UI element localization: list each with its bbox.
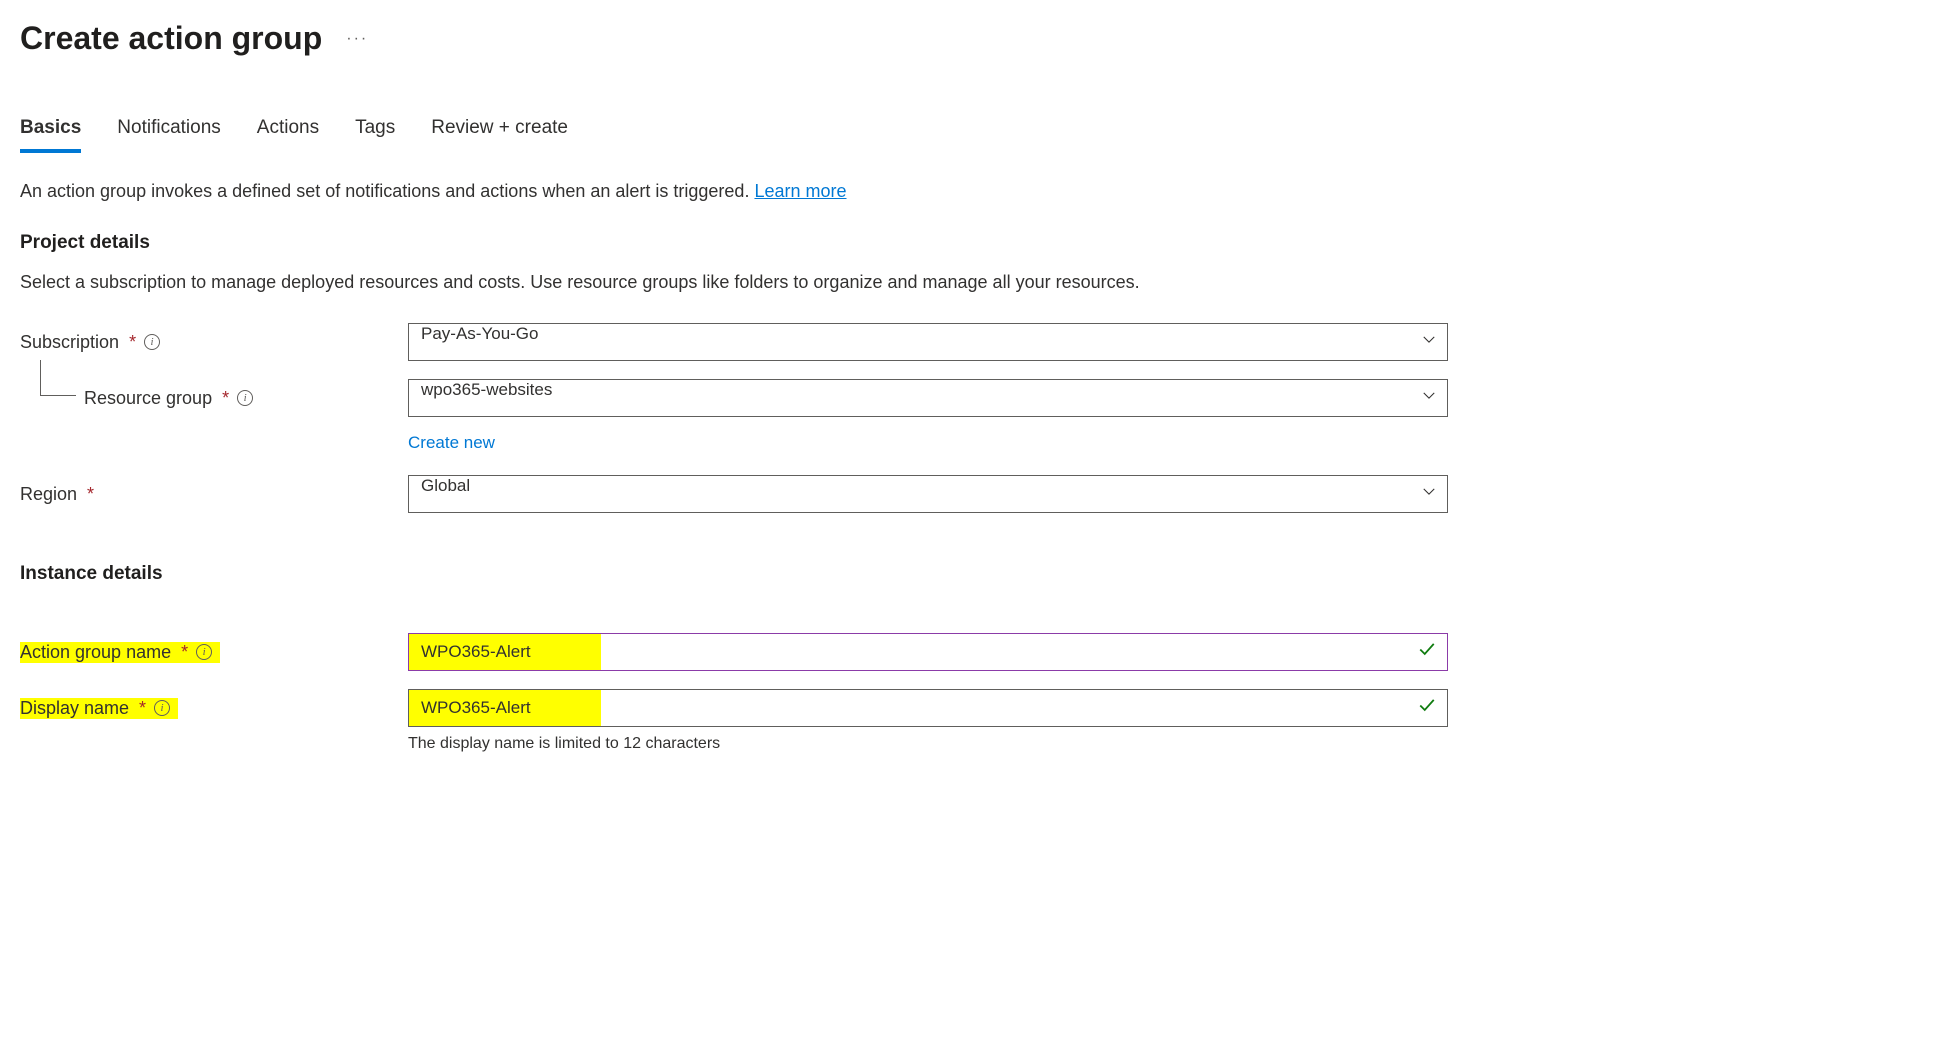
intro-text: An action group invokes a defined set of… — [20, 181, 1932, 202]
action-group-name-input-wrapper — [408, 633, 1448, 671]
tab-basics[interactable]: Basics — [20, 117, 81, 153]
display-name-input-wrapper — [408, 689, 1448, 727]
action-group-name-label-text: Action group name — [20, 642, 171, 663]
resource-group-label-text: Resource group — [84, 388, 212, 409]
intro-text-body: An action group invokes a defined set of… — [20, 181, 754, 201]
info-icon[interactable]: i — [154, 700, 170, 716]
region-label: Region * — [20, 484, 408, 505]
required-indicator: * — [87, 484, 94, 505]
action-group-name-input[interactable] — [408, 633, 1448, 671]
display-name-helper: The display name is limited to 12 charac… — [408, 735, 1932, 753]
resource-group-row: Resource group * i wpo365-websites — [20, 379, 1932, 417]
resource-group-select[interactable]: wpo365-websites — [408, 379, 1448, 417]
tabs-nav: Basics Notifications Actions Tags Review… — [20, 117, 1932, 153]
required-indicator: * — [129, 332, 136, 353]
tab-tags[interactable]: Tags — [355, 117, 395, 153]
info-icon[interactable]: i — [144, 334, 160, 350]
project-details-title: Project details — [20, 232, 1932, 254]
subscription-value[interactable]: Pay-As-You-Go — [408, 323, 1448, 361]
action-group-name-label: Action group name * i — [20, 642, 220, 663]
required-indicator: * — [181, 642, 188, 663]
resource-group-value[interactable]: wpo365-websites — [408, 379, 1448, 417]
info-icon[interactable]: i — [196, 644, 212, 660]
project-details-desc: Select a subscription to manage deployed… — [20, 272, 1932, 293]
subscription-label-text: Subscription — [20, 332, 119, 353]
display-name-label-text: Display name — [20, 698, 129, 719]
resource-group-label: Resource group * i — [20, 388, 408, 409]
display-name-label: Display name * i — [20, 698, 178, 719]
page-title: Create action group — [20, 20, 322, 57]
info-icon[interactable]: i — [237, 390, 253, 406]
display-name-row: Display name * i — [20, 689, 1932, 727]
display-name-input[interactable] — [408, 689, 1448, 727]
region-select[interactable]: Global — [408, 475, 1448, 513]
region-row: Region * Global — [20, 475, 1932, 513]
more-options-icon[interactable]: ··· — [346, 30, 368, 48]
create-new-link[interactable]: Create new — [408, 433, 495, 453]
action-group-name-row: Action group name * i — [20, 633, 1932, 671]
tab-actions[interactable]: Actions — [257, 117, 319, 153]
tree-connector-icon — [40, 360, 76, 396]
subscription-select[interactable]: Pay-As-You-Go — [408, 323, 1448, 361]
subscription-label: Subscription * i — [20, 332, 408, 353]
required-indicator: * — [222, 388, 229, 409]
page-header: Create action group ··· — [20, 20, 1932, 57]
required-indicator: * — [139, 698, 146, 719]
learn-more-link[interactable]: Learn more — [754, 181, 846, 201]
subscription-row: Subscription * i Pay-As-You-Go — [20, 323, 1932, 361]
instance-details-title: Instance details — [20, 563, 1932, 585]
tab-notifications[interactable]: Notifications — [117, 117, 221, 153]
region-value[interactable]: Global — [408, 475, 1448, 513]
region-label-text: Region — [20, 484, 77, 505]
tab-review-create[interactable]: Review + create — [431, 117, 568, 153]
